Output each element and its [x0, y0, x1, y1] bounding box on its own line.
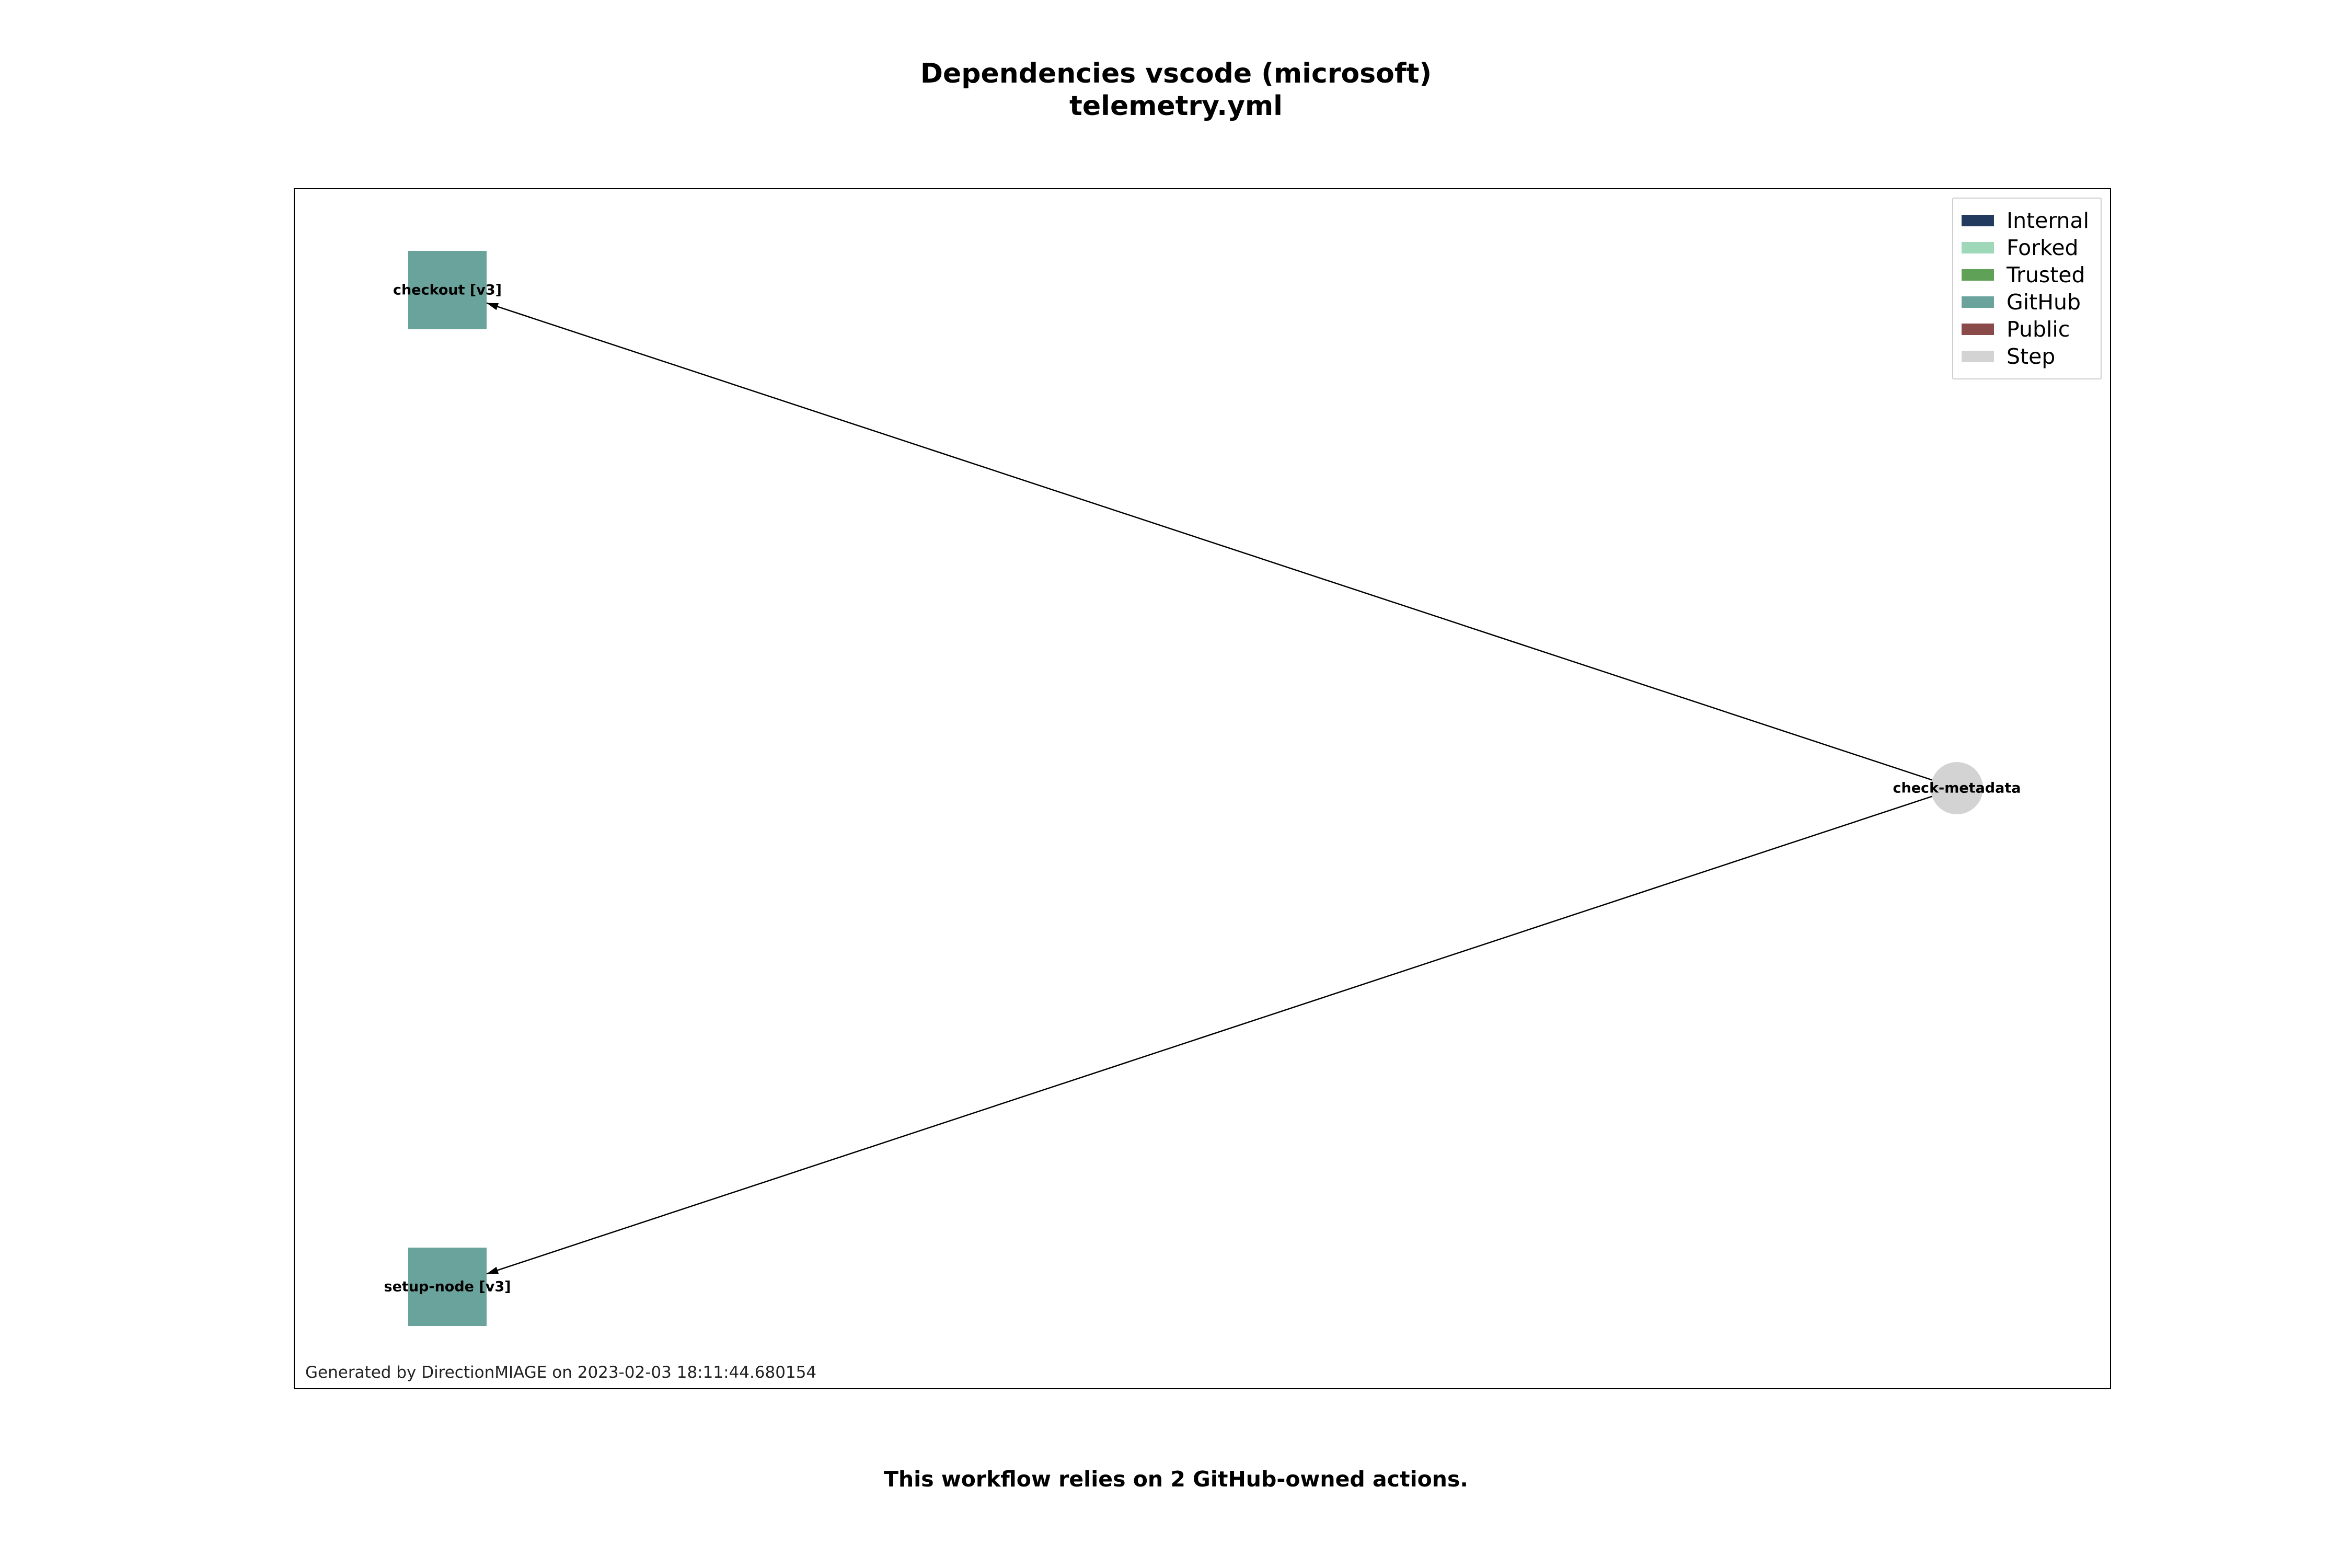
network-svg [295, 189, 2110, 1388]
legend-swatch [1962, 242, 1994, 253]
plot-area: checkout [v3] setup-node [v3] check-metada… [294, 188, 2111, 1389]
node-label-checkout: checkout [v3] [393, 282, 502, 298]
legend-item-trusted: Trusted [1962, 262, 2089, 287]
edge-arrow [487, 1267, 499, 1274]
legend-item-github: GitHub [1962, 290, 2089, 315]
legend-label: Internal [2007, 208, 2089, 233]
legend-item-internal: Internal [1962, 208, 2089, 233]
legend-swatch [1962, 269, 1994, 281]
chart-title: Dependencies vscode (microsoft) telemetr… [0, 57, 2352, 123]
legend-swatch [1962, 296, 1994, 308]
node-label-setup-node: setup-node [v3] [384, 1279, 511, 1295]
legend-swatch [1962, 215, 1994, 226]
legend-label: GitHub [2007, 290, 2081, 315]
chart-title-line2: telemetry.yml [0, 90, 2352, 122]
footer-summary: This workflow relies on 2 GitHub-owned a… [0, 1467, 2352, 1492]
generated-by-text: Generated by DirectionMIAGE on 2023-02-0… [305, 1363, 816, 1382]
legend-item-public: Public [1962, 317, 2089, 342]
edge-arrow [487, 303, 499, 310]
node-label-check-metadata: check-metadata [1893, 780, 2021, 797]
legend: InternalForkedTrusted GitHubPublicStep [1952, 198, 2102, 379]
legend-label: Trusted [2007, 262, 2085, 287]
edge [487, 303, 1932, 780]
legend-swatch [1962, 351, 1994, 362]
edge [487, 797, 1932, 1274]
legend-item-forked: Forked [1962, 235, 2089, 260]
legend-swatch [1962, 324, 1994, 335]
legend-item-step: Step [1962, 344, 2089, 369]
legend-label: Public [2007, 317, 2070, 342]
legend-label: Step [2007, 344, 2055, 369]
chart-title-line1: Dependencies vscode (microsoft) [0, 57, 2352, 90]
legend-label: Forked [2007, 235, 2079, 260]
